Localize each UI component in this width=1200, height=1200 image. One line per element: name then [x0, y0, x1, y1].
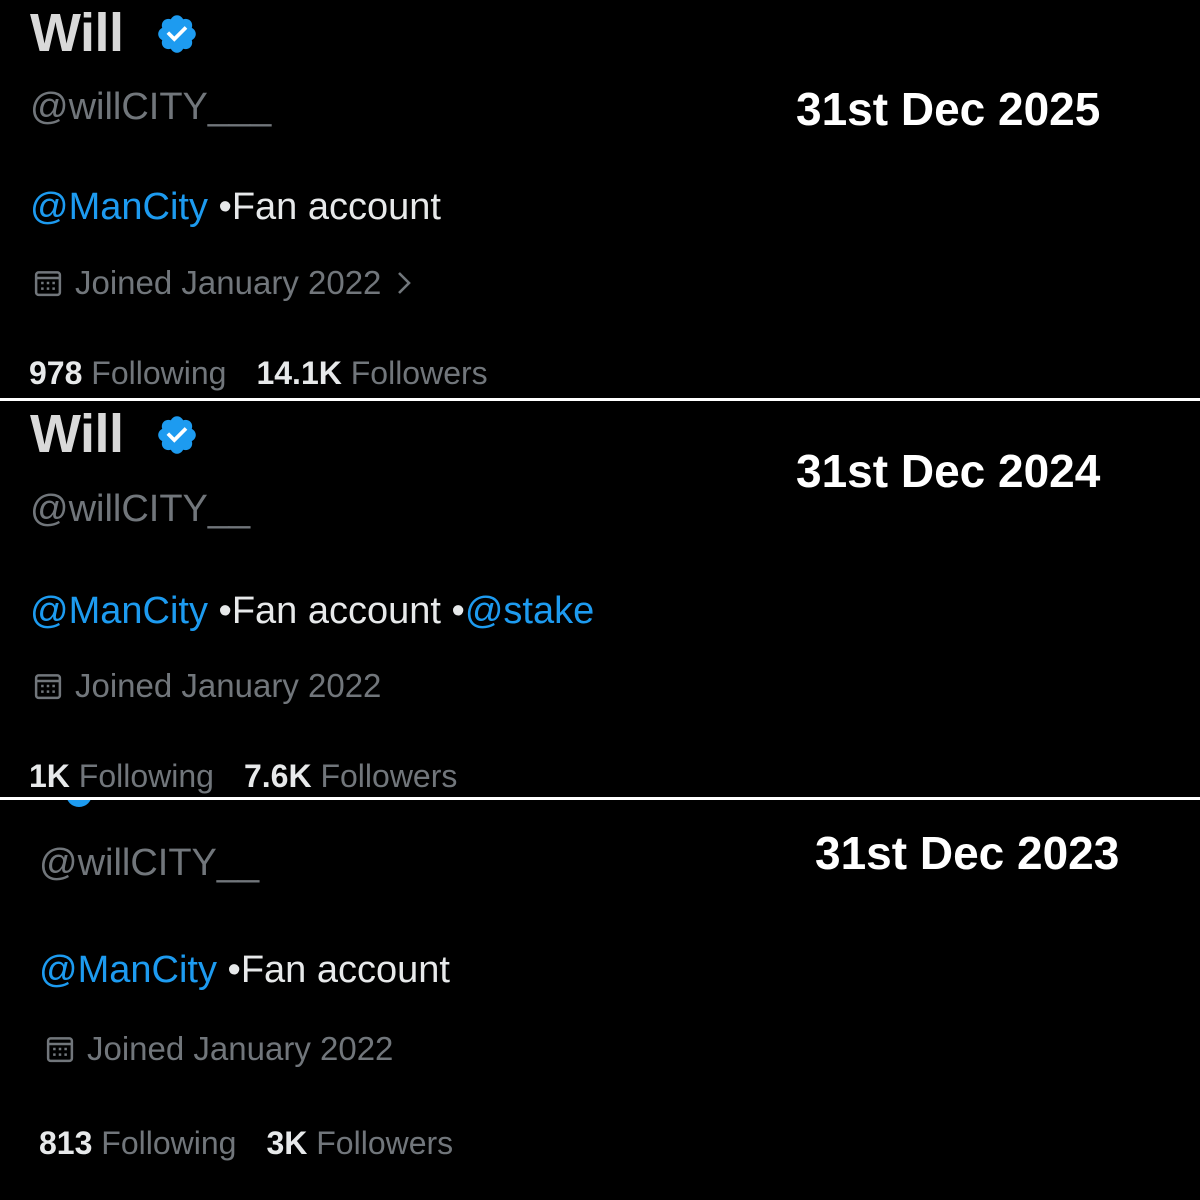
profile-snapshot-2023: @willCITY__ 31st Dec 2023 @ManCity •Fan … [0, 800, 1200, 1200]
snapshot-date-label: 31st Dec 2023 [815, 827, 1120, 879]
following-link[interactable]: 978 Following [29, 355, 226, 391]
mention-link[interactable]: @ManCity [30, 590, 208, 632]
followers-count: 7.6K [243, 758, 312, 794]
bio: @ManCity •Fan account [30, 188, 441, 226]
joined-text: Joined January 2022 [75, 264, 382, 301]
following-link[interactable]: 813 Following [39, 1125, 236, 1161]
following-label: Following [78, 758, 214, 794]
following-link[interactable]: 1K Following [29, 758, 214, 794]
joined-info: Joined January 2022 [45, 1032, 393, 1065]
calendar-icon [46, 1036, 74, 1062]
joined-text: Joined January 2022 [87, 1030, 394, 1067]
profile-snapshot-2025: Will @willCITY___ 31st Dec 2025 @ManCity… [0, 0, 1200, 398]
joined-text: Joined January 2022 [75, 667, 382, 704]
bio: @ManCity •Fan account •@stake [30, 592, 594, 630]
followers-link[interactable]: 7.6K Followers [244, 758, 457, 794]
handle: @willCITY__ [39, 842, 260, 884]
verified-badge-icon [158, 416, 196, 454]
following-label: Following [101, 1125, 237, 1161]
mention-link[interactable]: @ManCity [30, 186, 208, 228]
joined-info[interactable]: Joined January 2022 [33, 266, 415, 299]
handle: @willCITY__ [30, 488, 251, 530]
handle: @willCITY___ [30, 86, 272, 128]
calendar-icon [34, 270, 62, 296]
followers-label: Followers [320, 758, 458, 794]
following-label: Following [91, 355, 227, 391]
calendar-icon [34, 673, 62, 699]
followers-label: Followers [316, 1125, 454, 1161]
following-count: 978 [29, 355, 83, 391]
following-count: 1K [29, 758, 70, 794]
verified-badge-icon [67, 800, 91, 807]
bio-text: •Fan account [216, 949, 450, 991]
follow-stats: 978 Following 14.1K Followers [29, 357, 488, 389]
followers-count: 14.1K [256, 355, 342, 391]
comparison-canvas: Will @willCITY___ 31st Dec 2025 @ManCity… [0, 0, 1200, 1200]
followers-count: 3K [266, 1125, 308, 1161]
follow-stats: 1K Following 7.6K Followers [29, 760, 457, 792]
display-name: Will [30, 404, 124, 464]
followers-link[interactable]: 3K Followers [266, 1125, 453, 1161]
bio: @ManCity •Fan account [39, 951, 450, 989]
mention-link[interactable]: @ManCity [39, 949, 217, 991]
profile-snapshot-2024: Will @willCITY__ 31st Dec 2024 @ManCity … [0, 401, 1200, 797]
mention-link[interactable]: @stake [465, 590, 594, 632]
following-count: 813 [39, 1125, 93, 1161]
followers-link[interactable]: 14.1K Followers [256, 355, 487, 391]
chevron-right-icon[interactable] [393, 268, 415, 298]
verified-badge-icon [158, 15, 196, 53]
follow-stats: 813 Following 3K Followers [39, 1127, 453, 1159]
snapshot-date-label: 31st Dec 2024 [796, 445, 1101, 497]
followers-label: Followers [350, 355, 488, 391]
bio-text: •Fan account [207, 186, 441, 228]
display-name: Will [30, 3, 124, 63]
snapshot-date-label: 31st Dec 2025 [796, 83, 1101, 135]
joined-info: Joined January 2022 [33, 669, 381, 702]
bio-text: •Fan account • [207, 590, 465, 632]
